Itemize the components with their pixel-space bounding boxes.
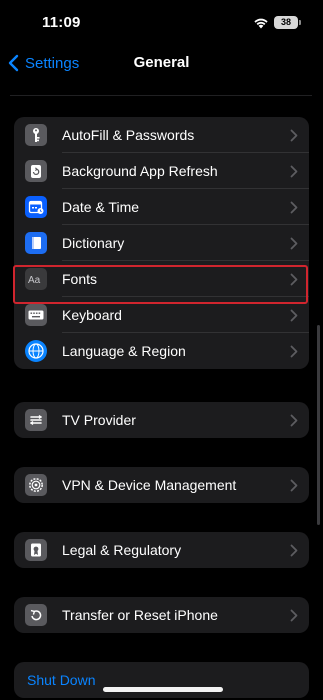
certificate-icon [25, 539, 47, 561]
chevron-right-icon [290, 414, 298, 427]
row-label: Dictionary [62, 235, 125, 251]
chevron-right-icon [290, 309, 298, 322]
scroll-indicator[interactable] [317, 325, 320, 525]
chevron-right-icon [290, 544, 298, 557]
shut-down-label: Shut Down [27, 672, 96, 688]
row-label: Keyboard [62, 307, 122, 323]
row-fonts[interactable]: Aa Fonts [14, 261, 309, 297]
row-label: VPN & Device Management [62, 477, 237, 493]
row-transfer-reset[interactable]: Transfer or Reset iPhone [14, 597, 309, 633]
row-label: Language & Region [62, 343, 186, 359]
battery-nub [299, 20, 301, 25]
settings-group-main: AutoFill & Passwords Background App Refr… [14, 117, 309, 369]
row-legal-regulatory[interactable]: Legal & Regulatory [14, 532, 309, 568]
row-tv-provider[interactable]: TV Provider [14, 402, 309, 438]
chevron-right-icon [290, 165, 298, 178]
book-icon [25, 232, 47, 254]
row-date-time[interactable]: Date & Time [14, 189, 309, 225]
fonts-icon: Aa [25, 268, 47, 290]
chevron-right-icon [290, 273, 298, 286]
reset-icon [25, 604, 47, 626]
chevron-right-icon [290, 237, 298, 250]
refresh-icon [25, 160, 47, 182]
calendar-clock-icon [25, 196, 47, 218]
navigation-bar: Settings General [0, 46, 323, 80]
row-vpn-device-management[interactable]: VPN & Device Management [14, 467, 309, 503]
settings-group-transfer: Transfer or Reset iPhone [14, 597, 309, 633]
battery-level: 38 [280, 17, 291, 27]
keyboard-icon [25, 304, 47, 326]
chevron-right-icon [290, 201, 298, 214]
battery-icon: 38 [274, 16, 298, 29]
tv-provider-icon [25, 409, 47, 431]
row-label: TV Provider [62, 412, 136, 428]
row-label: Background App Refresh [62, 163, 218, 179]
row-background-app-refresh[interactable]: Background App Refresh [14, 153, 309, 189]
row-label: Fonts [62, 271, 98, 287]
row-label: AutoFill & Passwords [62, 127, 195, 143]
gear-icon [25, 474, 47, 496]
row-language-region[interactable]: Language & Region [14, 333, 309, 369]
row-label: Date & Time [62, 199, 140, 215]
row-dictionary[interactable]: Dictionary [14, 225, 309, 261]
page-title: General [133, 54, 190, 71]
status-bar: 11:09 38 [0, 0, 323, 46]
key-icon [25, 124, 47, 146]
row-autofill-passwords[interactable]: AutoFill & Passwords [14, 117, 309, 153]
settings-group-legal: Legal & Regulatory [14, 532, 309, 568]
settings-group-shutdown: Shut Down [14, 662, 309, 698]
shut-down-button[interactable]: Shut Down [14, 662, 309, 698]
chevron-right-icon [290, 345, 298, 358]
section-divider [10, 95, 312, 96]
row-label: Legal & Regulatory [62, 542, 182, 558]
home-indicator[interactable] [103, 687, 223, 692]
settings-group-tv-provider: TV Provider [14, 402, 309, 438]
svg-text:Aa: Aa [28, 275, 41, 286]
globe-icon [25, 340, 47, 362]
status-time: 11:09 [42, 14, 81, 31]
row-label: Transfer or Reset iPhone [62, 607, 218, 623]
chevron-right-icon [290, 609, 298, 622]
chevron-right-icon [290, 129, 298, 142]
wifi-icon [254, 18, 268, 29]
settings-general-screen: 11:09 38 Settings General AutoFill & Pas… [0, 0, 323, 700]
row-keyboard[interactable]: Keyboard [14, 297, 309, 333]
settings-group-vpn: VPN & Device Management [14, 467, 309, 503]
chevron-right-icon [290, 479, 298, 492]
